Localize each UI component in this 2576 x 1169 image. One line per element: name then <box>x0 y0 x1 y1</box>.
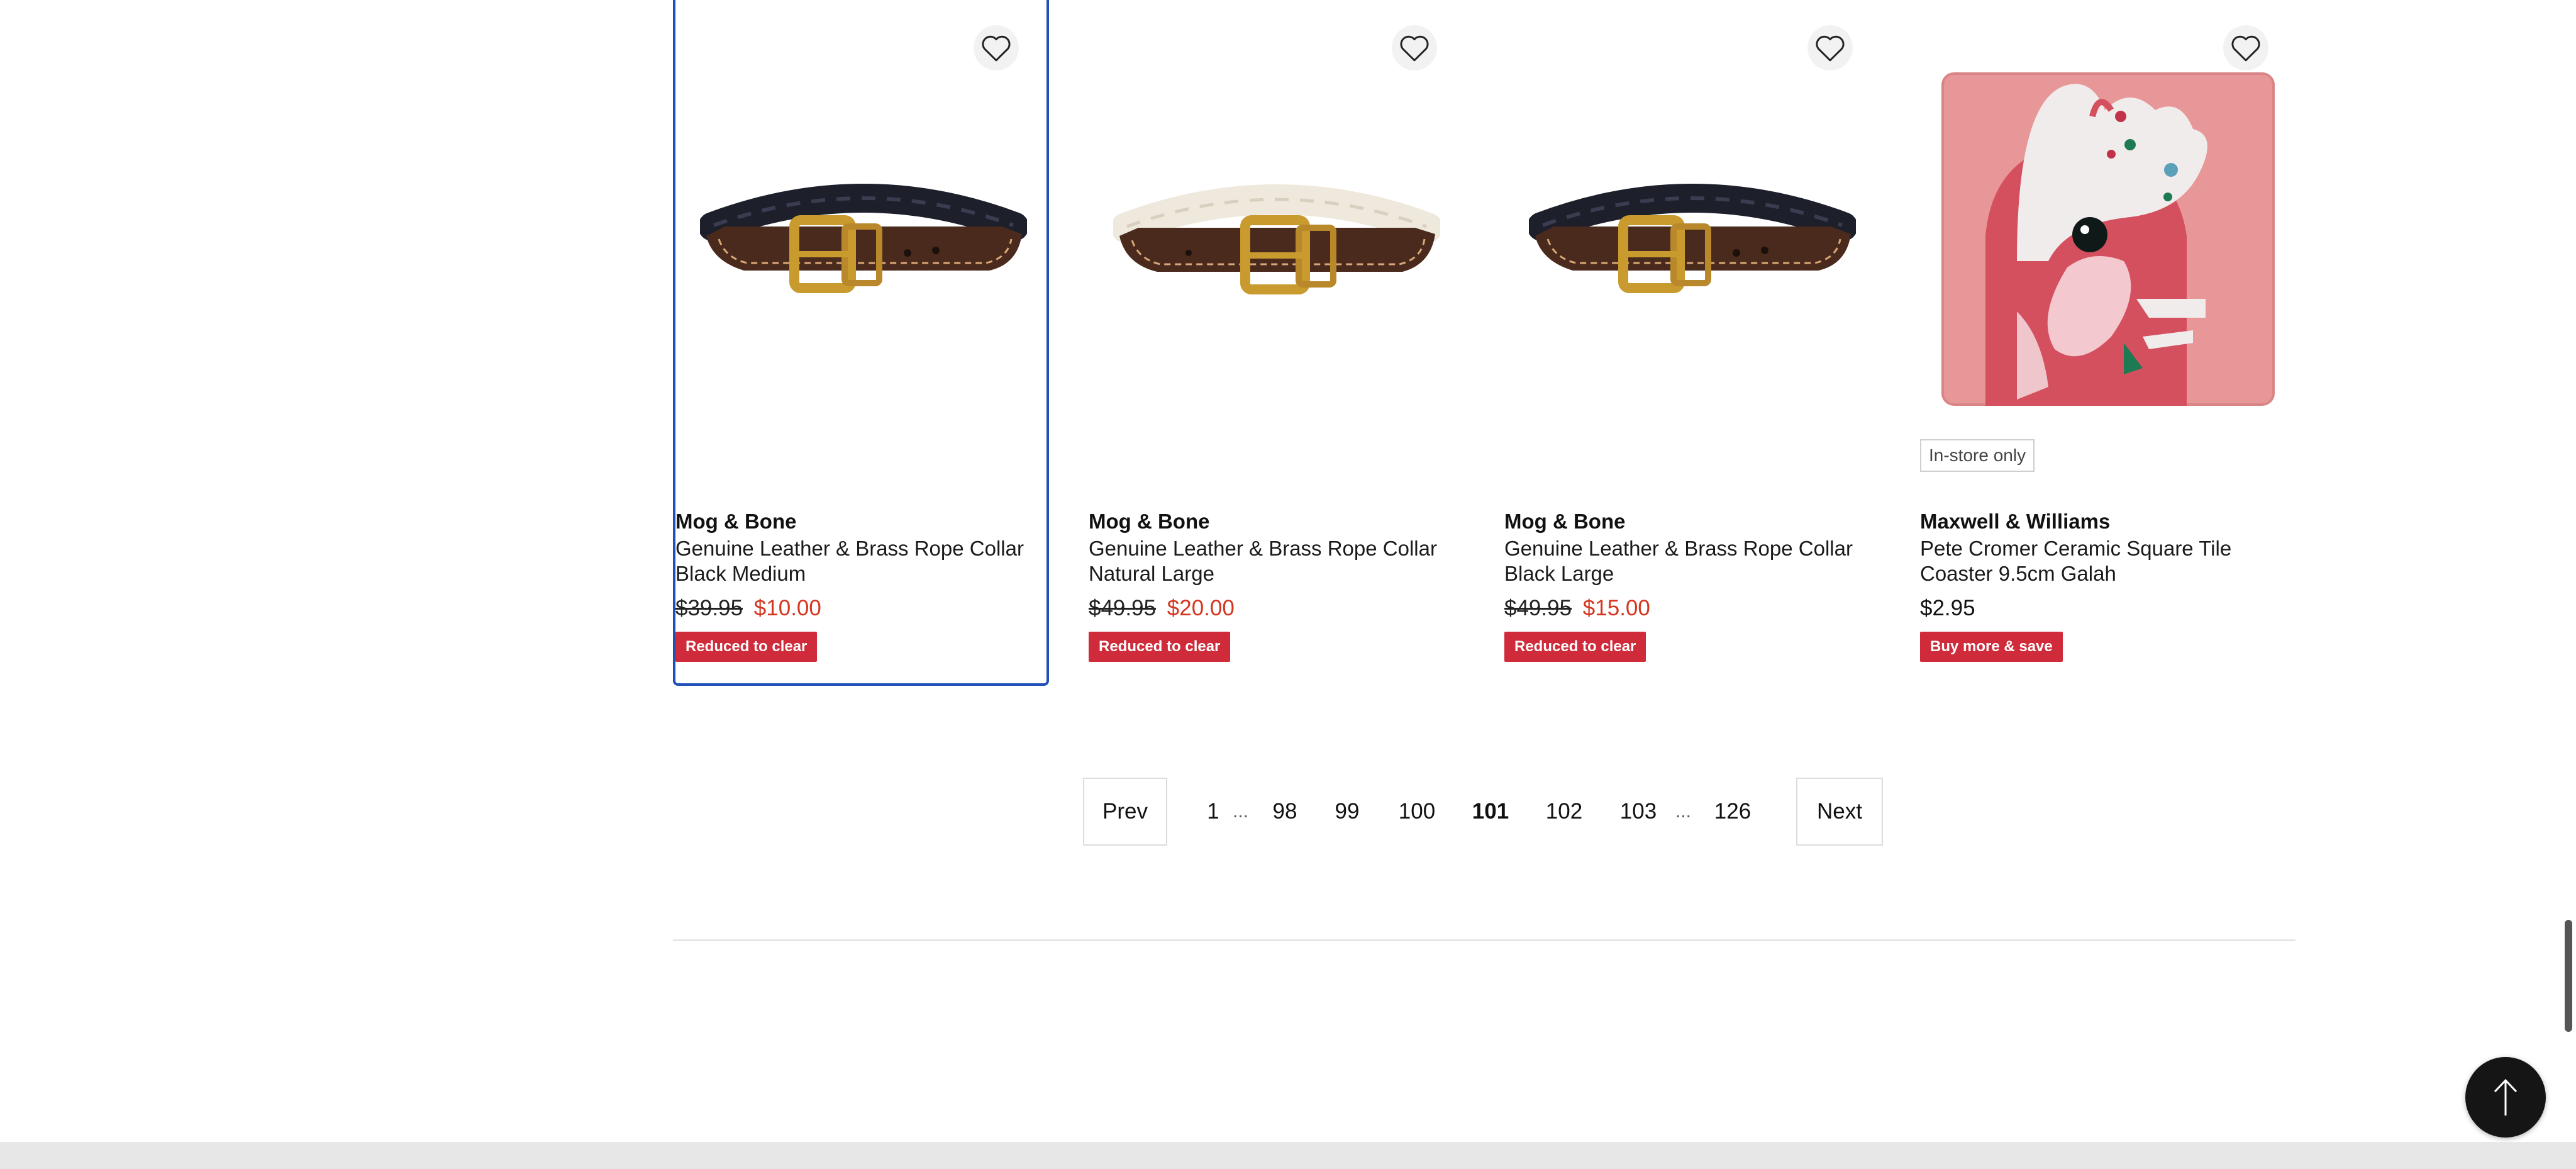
promo-badge: Reduced to clear <box>1089 632 1231 662</box>
product-title[interactable]: Genuine Leather & Brass Rope Collar Natu… <box>1089 536 1460 586</box>
product-brand: Mog & Bone <box>1504 510 1626 533</box>
product-info: Maxwell & Williams Pete Cromer Ceramic S… <box>1920 508 2291 662</box>
product-prices: $39.95 $10.00 <box>675 594 1046 623</box>
was-price: $49.95 <box>1504 596 1572 620</box>
product-image-galah-coaster-tile[interactable] <box>1939 63 2277 415</box>
product-card[interactable]: Mog & Bone Genuine Leather & Brass Rope … <box>673 0 1049 686</box>
sale-price: $20.00 <box>1167 596 1235 620</box>
page-link-first[interactable]: 1 <box>1197 778 1229 846</box>
in-store-only-tag: In-store only <box>1920 439 2035 472</box>
product-brand: Maxwell & Williams <box>1920 510 2111 533</box>
product-image-black-rope-collar[interactable] <box>1523 63 1862 415</box>
product-title[interactable]: Pete Cromer Ceramic Square Tile Coaster … <box>1920 536 2291 586</box>
page-link[interactable]: 100 <box>1389 778 1445 846</box>
promo-badge: Reduced to clear <box>675 632 818 662</box>
sale-price: $10.00 <box>753 596 821 620</box>
price: $2.95 <box>1920 596 1975 620</box>
product-info: Mog & Bone Genuine Leather & Brass Rope … <box>675 508 1046 662</box>
product-card[interactable]: Mog & Bone Genuine Leather & Brass Rope … <box>1504 0 1880 686</box>
page-link-current[interactable]: 101 <box>1462 778 1519 846</box>
pagination-ellipsis: ... <box>1675 801 1692 822</box>
sale-price: $15.00 <box>1582 596 1650 620</box>
product-brand: Mog & Bone <box>1089 510 1210 533</box>
promo-badge: Buy more & save <box>1920 632 2063 662</box>
product-grid: Mog & Bone Genuine Leather & Brass Rope … <box>673 0 2296 689</box>
product-card[interactable]: In-store only Maxwell & Williams Pete Cr… <box>1920 0 2296 686</box>
page-link[interactable]: 102 <box>1536 778 1592 846</box>
product-brand: Mog & Bone <box>675 510 797 533</box>
next-page-button[interactable]: Next <box>1796 778 1883 846</box>
footer <box>0 1142 2576 1169</box>
was-price: $49.95 <box>1089 596 1157 620</box>
product-prices: $49.95 $15.00 <box>1504 594 1875 623</box>
page-scrollbar[interactable] <box>2565 920 2572 1032</box>
product-title[interactable]: Genuine Leather & Brass Rope Collar Blac… <box>1504 536 1875 586</box>
page-link[interactable]: 99 <box>1325 778 1369 846</box>
page-link-last[interactable]: 126 <box>1704 778 1761 846</box>
product-image-black-rope-collar[interactable] <box>694 63 1033 415</box>
pagination: Prev 1 ... 98 99 100 101 102 103 ... 126… <box>1083 778 1883 846</box>
product-prices: $2.95 <box>1920 594 2291 623</box>
arrow-up-icon <box>2494 1078 2518 1116</box>
page-link[interactable]: 103 <box>1610 778 1667 846</box>
product-prices: $49.95 $20.00 <box>1089 594 1460 623</box>
page-link[interactable]: 98 <box>1263 778 1307 846</box>
promo-badge: Reduced to clear <box>1504 632 1646 662</box>
product-listing-page: Mog & Bone Genuine Leather & Brass Rope … <box>0 0 2576 1169</box>
product-card[interactable]: Mog & Bone Genuine Leather & Brass Rope … <box>1089 0 1465 686</box>
pagination-ellipsis: ... <box>1233 801 1249 822</box>
prev-page-button[interactable]: Prev <box>1083 778 1167 846</box>
section-divider <box>673 939 2296 941</box>
back-to-top-button[interactable] <box>2465 1057 2546 1138</box>
product-info: Mog & Bone Genuine Leather & Brass Rope … <box>1089 508 1460 662</box>
product-image-natural-rope-collar[interactable] <box>1108 63 1446 415</box>
product-info: Mog & Bone Genuine Leather & Brass Rope … <box>1504 508 1875 662</box>
was-price: $39.95 <box>675 596 743 620</box>
product-title[interactable]: Genuine Leather & Brass Rope Collar Blac… <box>675 536 1046 586</box>
